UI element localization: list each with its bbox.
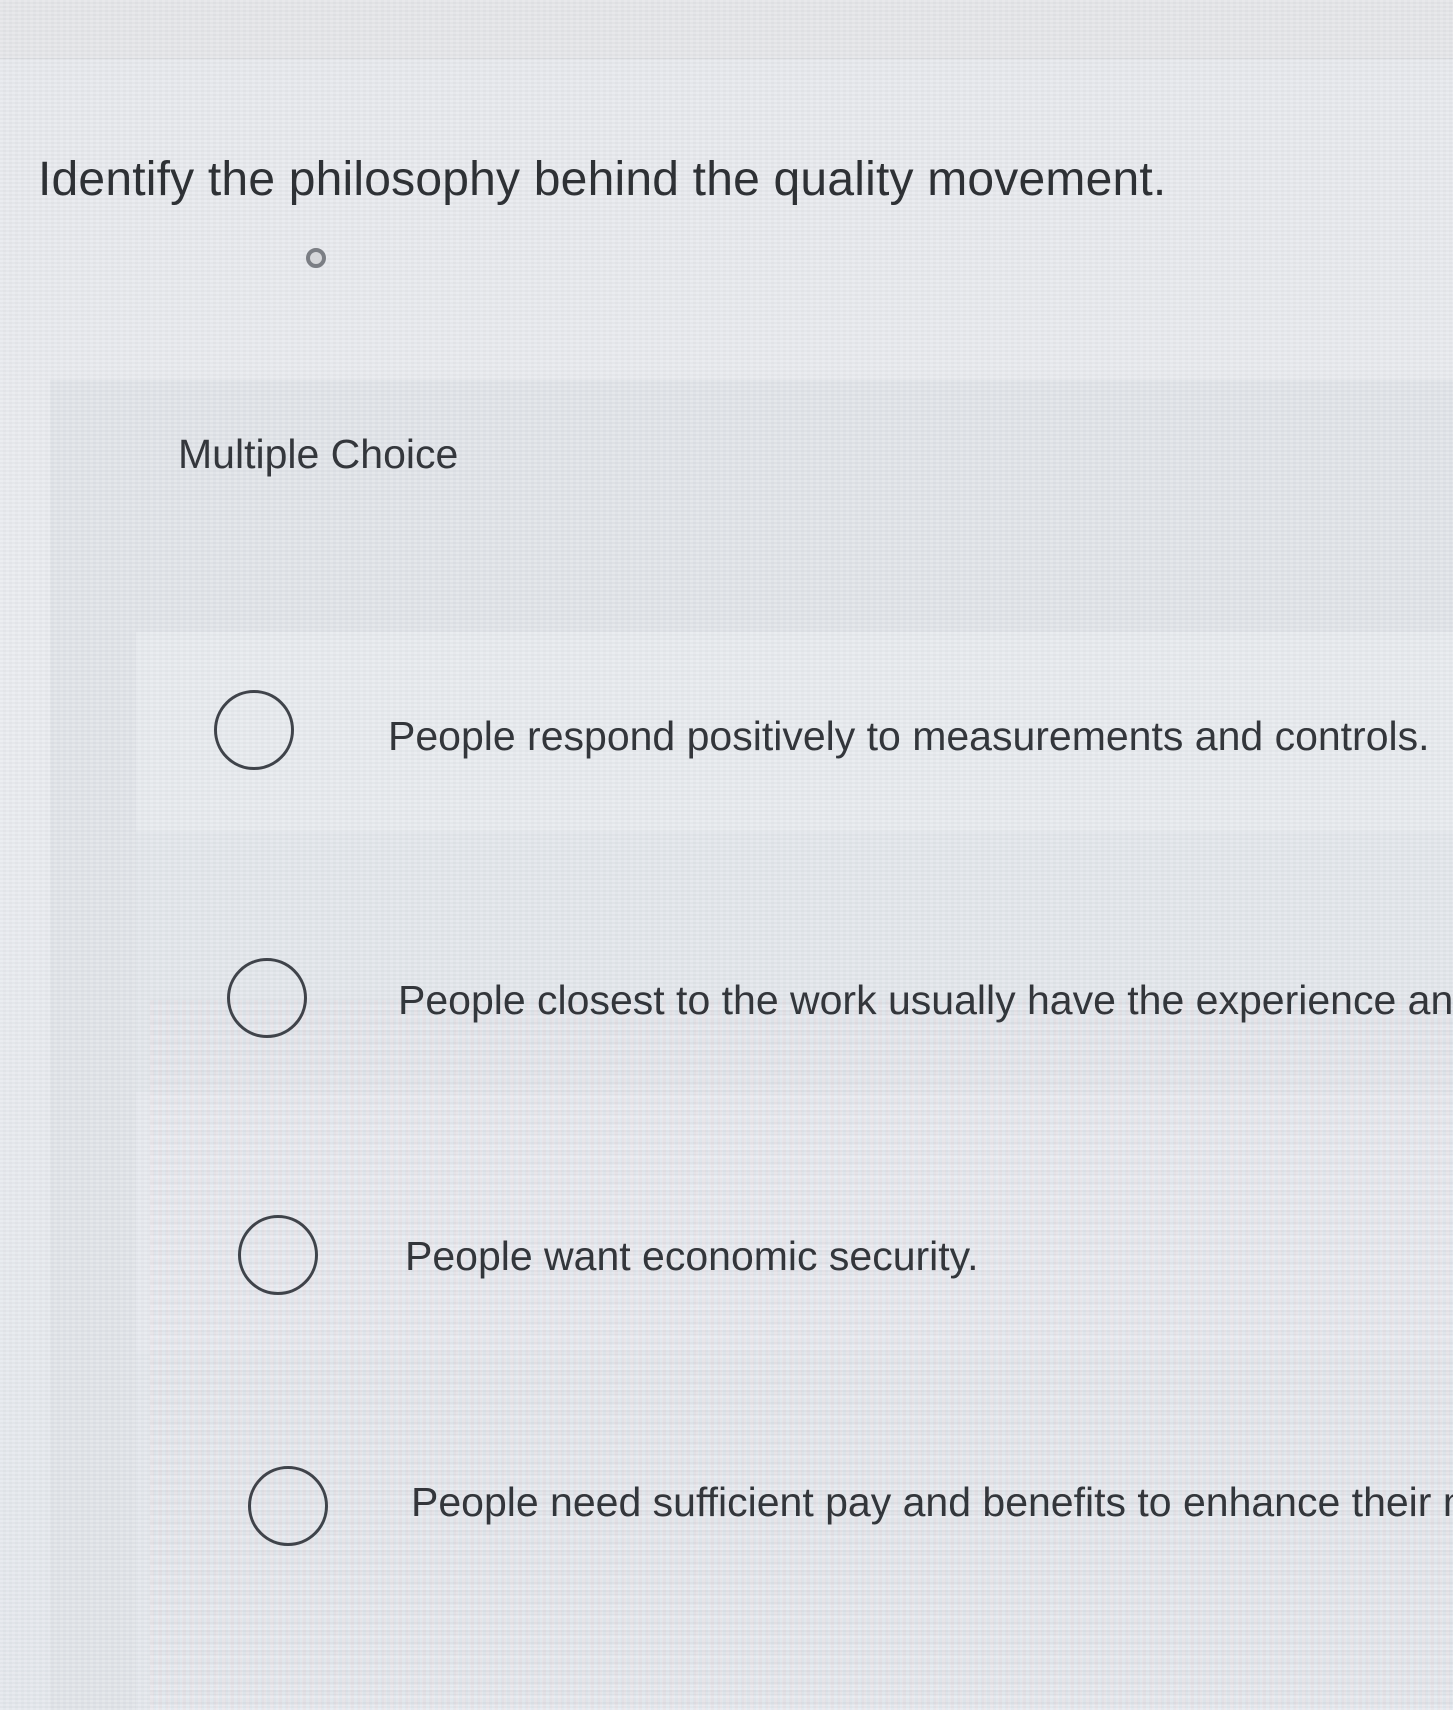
option-text: People need sufficient pay and benefits … [411, 1479, 1453, 1525]
option-2[interactable]: People closest to the work usually have … [0, 926, 1453, 1076]
radio-button-icon[interactable] [214, 690, 294, 770]
option-text: People closest to the work usually have … [398, 977, 1453, 1023]
option-3[interactable]: People want economic security. [0, 1180, 1453, 1330]
radio-button-icon[interactable] [248, 1466, 328, 1546]
question-text: Identify the philosophy behind the quali… [38, 153, 1167, 206]
option-text: People want economic security. [405, 1233, 979, 1279]
cursor-dot-icon [306, 248, 326, 268]
radio-button-icon[interactable] [238, 1215, 318, 1295]
option-1[interactable]: People respond positively to measurement… [0, 660, 1453, 810]
question-type-label: Multiple Choice [178, 431, 459, 477]
radio-button-icon[interactable] [227, 958, 307, 1038]
option-text: People respond positively to measurement… [388, 713, 1430, 759]
top-bar [0, 0, 1453, 59]
screen: Identify the philosophy behind the quali… [0, 0, 1453, 1710]
option-4[interactable]: People need sufficient pay and benefits … [0, 1424, 1453, 1574]
